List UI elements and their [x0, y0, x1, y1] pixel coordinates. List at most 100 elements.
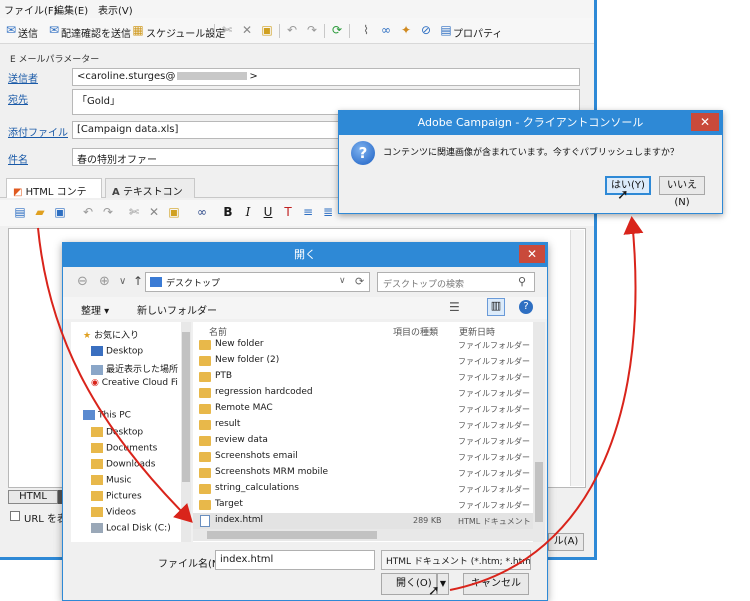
file-name: Screenshots MRM mobile: [215, 467, 329, 477]
nav-local-disk[interactable]: Local Disk (C:): [91, 523, 171, 534]
editor-scrollbar[interactable]: [570, 230, 584, 486]
file-list-hscrollbar[interactable]: [193, 529, 533, 541]
properties-button[interactable]: プロパティ: [453, 25, 502, 40]
file-row[interactable]: New folder (2) ファイルフォルダー: [193, 353, 533, 369]
file-row[interactable]: Screenshots MRM mobile ファイルフォルダー: [193, 465, 533, 481]
new-icon[interactable]: ▤: [12, 204, 28, 220]
file-row[interactable]: Remote MAC ファイルフォルダー: [193, 401, 533, 417]
nav-this-pc[interactable]: This PC: [83, 410, 131, 421]
address-bar[interactable]: デスクトップ ∨ ⟳: [145, 272, 370, 292]
to-label[interactable]: 宛先: [8, 91, 28, 106]
url-checkbox[interactable]: [10, 511, 20, 521]
editor-cut-icon[interactable]: ✄: [126, 204, 142, 220]
forward-icon[interactable]: ⊕: [99, 274, 110, 289]
nav-pictures[interactable]: Pictures: [91, 491, 142, 502]
file-row[interactable]: Screenshots email ファイルフォルダー: [193, 449, 533, 465]
menu-view[interactable]: 表示(V): [98, 2, 133, 17]
nav-desktop[interactable]: Desktop: [91, 346, 143, 357]
filetype-select[interactable]: HTML ドキュメント (*.htm; *.html: [381, 550, 531, 570]
send-proof-icon[interactable]: ✉: [46, 22, 62, 38]
preview-pane-icon[interactable]: ▥: [487, 298, 505, 316]
gift-icon[interactable]: ✦: [398, 22, 414, 38]
no-button[interactable]: いいえ(N): [659, 176, 705, 208]
help-icon[interactable]: ?: [519, 300, 533, 314]
nav-creative-cloud[interactable]: ◉ Creative Cloud Fi: [91, 378, 178, 388]
tracking-icon[interactable]: ⊘: [418, 22, 434, 38]
underline-icon[interactable]: U: [260, 204, 276, 220]
file-row[interactable]: result ファイルフォルダー: [193, 417, 533, 433]
italic-icon[interactable]: I: [240, 204, 256, 220]
recent-dropdown-icon[interactable]: ∨: [119, 276, 126, 287]
sender-field[interactable]: <caroline.sturges@ >: [72, 68, 580, 86]
search-input[interactable]: デスクトップの検索 ⚲: [377, 272, 535, 292]
main-toolbar: ✉ 送信 ✉ 配達確認を送信 ▦ スケジュール設定 ✄ ✕ ▣ ↶ ↷ ⟳ ⌇ …: [0, 18, 594, 44]
file-row-selected[interactable]: index.html 289 KB HTML ドキュメント: [193, 513, 533, 529]
send-button[interactable]: 送信: [18, 25, 38, 40]
attachment-label[interactable]: 添付ファイル: [8, 124, 68, 139]
nav-favorites[interactable]: ★ お気に入り: [83, 328, 139, 341]
list-icon[interactable]: ≡: [300, 204, 316, 220]
html-view-tab[interactable]: HTML: [8, 490, 58, 504]
nav-recent[interactable]: 最近表示した場所: [91, 362, 178, 375]
delete-icon[interactable]: ✕: [239, 22, 255, 38]
cancel-button[interactable]: キャンセル: [463, 573, 529, 595]
hscroll-thumb[interactable]: [207, 531, 377, 539]
editor-paste-icon[interactable]: ▣: [166, 204, 182, 220]
tab-text-content[interactable]: A テキストコンテンツ: [105, 178, 195, 213]
properties-icon[interactable]: ▤: [438, 22, 454, 38]
close-icon[interactable]: ✕: [691, 113, 719, 131]
address-dropdown-icon[interactable]: ∨: [339, 276, 346, 286]
refresh-icon[interactable]: ⟳: [355, 275, 364, 288]
breadcrumb[interactable]: デスクトップ: [166, 276, 220, 289]
fragment-button[interactable]: ル(A): [548, 533, 584, 551]
file-row[interactable]: Target ファイルフォルダー: [193, 497, 533, 513]
refresh-icon[interactable]: ⟳: [329, 22, 345, 38]
sender-label[interactable]: 送信者: [8, 70, 38, 85]
search-icon[interactable]: ⚲: [518, 275, 526, 288]
font-color-icon[interactable]: T: [280, 204, 296, 220]
new-folder-button[interactable]: 新しいフォルダー: [137, 302, 217, 317]
calendar-icon[interactable]: ▦: [130, 22, 146, 38]
nav-videos[interactable]: Videos: [91, 507, 136, 518]
organize-button[interactable]: 整理 ▾: [81, 302, 109, 317]
file-list-vscrollbar[interactable]: [533, 322, 545, 542]
close-icon[interactable]: ✕: [519, 245, 545, 263]
save-icon[interactable]: ▣: [52, 204, 68, 220]
nav-music[interactable]: Music: [91, 475, 132, 486]
view-options-icon[interactable]: ☰: [449, 300, 460, 314]
nav-pc-desktop[interactable]: Desktop: [91, 427, 143, 438]
editor-delete-icon[interactable]: ✕: [146, 204, 162, 220]
nav-scrollbar[interactable]: [181, 322, 191, 542]
back-icon[interactable]: ⊖: [77, 274, 88, 289]
nav-scroll-thumb[interactable]: [182, 332, 190, 482]
send-icon[interactable]: ✉: [3, 22, 19, 38]
editor-undo-icon[interactable]: ↶: [80, 204, 96, 220]
link-icon[interactable]: ∞: [378, 22, 394, 38]
filename-input[interactable]: index.html: [215, 550, 375, 570]
nav-documents[interactable]: Documents: [91, 443, 157, 454]
attach-icon[interactable]: ⌇: [358, 22, 374, 38]
file-row[interactable]: regression hardcoded ファイルフォルダー: [193, 385, 533, 401]
open-folder-icon[interactable]: ▰: [32, 204, 48, 220]
editor-redo-icon[interactable]: ↷: [100, 204, 116, 220]
undo-icon[interactable]: ↶: [284, 22, 300, 38]
file-row[interactable]: PTB ファイルフォルダー: [193, 369, 533, 385]
folder-icon: [199, 420, 211, 430]
find-icon[interactable]: ∞: [194, 204, 210, 220]
menu-edit[interactable]: 編集(E): [54, 2, 88, 17]
send-proof-button[interactable]: 配達確認を送信: [61, 25, 131, 40]
cut-icon[interactable]: ✄: [219, 22, 235, 38]
tab-html-content[interactable]: ◩ HTML コンテンツ: [6, 178, 102, 213]
file-scroll-thumb[interactable]: [535, 462, 543, 522]
nav-downloads[interactable]: Downloads: [91, 459, 155, 470]
file-row[interactable]: string_calculations ファイルフォルダー: [193, 481, 533, 497]
file-row[interactable]: review data ファイルフォルダー: [193, 433, 533, 449]
subject-label[interactable]: 件名: [8, 151, 28, 166]
align-icon[interactable]: ≣: [320, 204, 336, 220]
bold-icon[interactable]: B: [220, 204, 236, 220]
redo-icon[interactable]: ↷: [304, 22, 320, 38]
menu-file[interactable]: ファイル(F): [4, 2, 58, 17]
up-icon[interactable]: ↑: [133, 274, 143, 288]
file-row[interactable]: New folder ファイルフォルダー: [193, 337, 533, 353]
paste-icon[interactable]: ▣: [259, 22, 275, 38]
